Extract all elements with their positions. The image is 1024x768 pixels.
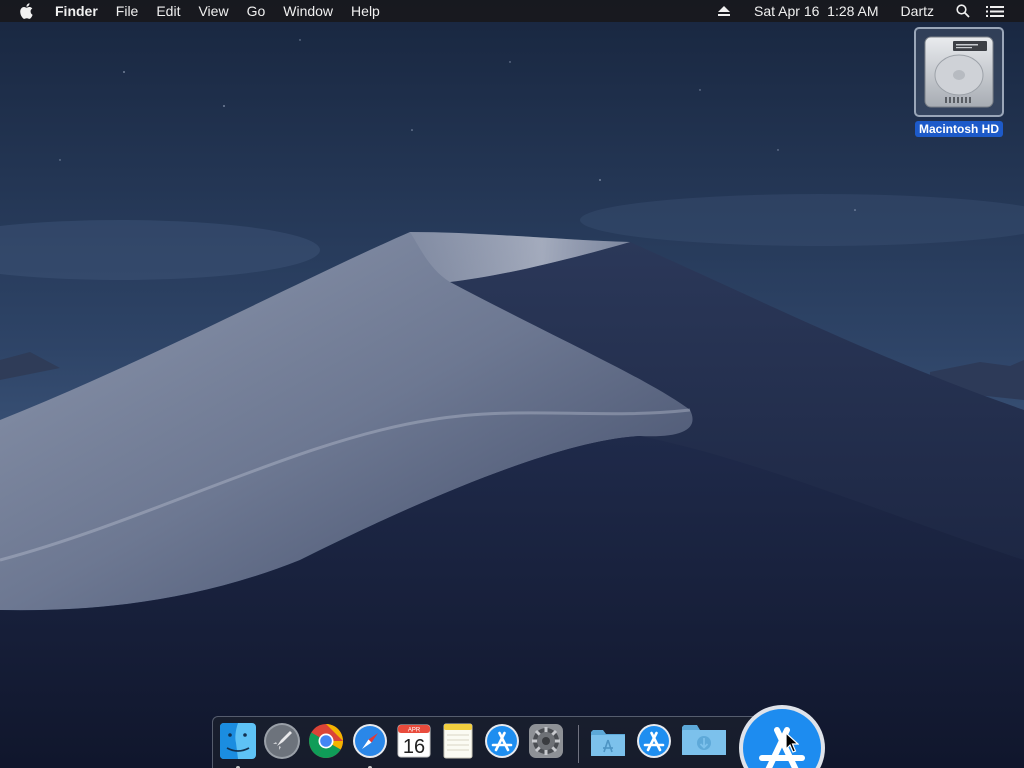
list-icon[interactable] — [978, 5, 1012, 18]
menu-edit[interactable]: Edit — [147, 0, 189, 22]
safari-compass-icon — [353, 724, 387, 758]
app-store-icon — [739, 705, 825, 768]
launchpad-rocket-icon — [264, 723, 300, 759]
calendar-month: APR — [408, 728, 421, 734]
desktop-icon-macintosh-hd[interactable]: Macintosh HD — [908, 27, 1010, 143]
chrome-icon — [309, 724, 343, 758]
app-store-icon — [637, 724, 671, 758]
calendar-day: 16 — [403, 736, 425, 758]
dock: APR 16 — [212, 716, 812, 768]
dock-item-system-preferences[interactable] — [526, 721, 566, 761]
dock-separator — [578, 725, 579, 763]
dock-item-notes[interactable] — [438, 721, 478, 761]
finder-icon — [220, 723, 256, 759]
menu-clock[interactable]: Sat Apr 16 1:28 AM — [746, 0, 887, 22]
calendar-icon: APR 16 — [397, 724, 431, 758]
dock-stack-downloads[interactable] — [680, 721, 726, 761]
menu-user[interactable]: Dartz — [893, 0, 942, 22]
eject-icon[interactable] — [710, 6, 738, 16]
system-preferences-gear-icon — [529, 724, 563, 758]
app-store-icon — [485, 724, 519, 758]
menu-go[interactable]: Go — [238, 0, 275, 22]
apple-logo-icon[interactable] — [16, 0, 38, 22]
dock-item-chrome[interactable] — [306, 721, 346, 761]
menu-app-name[interactable]: Finder — [46, 0, 107, 22]
desktop: Finder File Edit View Go Window Help Sat… — [0, 0, 1024, 768]
wallpaper-dunes — [0, 0, 1024, 768]
menu-window[interactable]: Window — [274, 0, 342, 22]
dock-item-calendar[interactable]: APR 16 — [394, 721, 434, 761]
menu-bar-left: Finder File Edit View Go Window Help — [0, 0, 389, 22]
dock-item-launchpad[interactable] — [262, 721, 302, 761]
menu-help[interactable]: Help — [342, 0, 389, 22]
applications-folder-icon — [591, 730, 625, 756]
menu-bar-status: Sat Apr 16 1:28 AM Dartz — [710, 0, 1024, 22]
dock-stack-app-store[interactable] — [634, 721, 674, 761]
dock-stack-applications[interactable] — [588, 721, 628, 761]
dock-item-safari[interactable] — [350, 721, 390, 768]
dock-item-app-store-magnified[interactable] — [738, 704, 826, 768]
hard-drive-icon[interactable] — [914, 27, 1004, 117]
magnifier-icon[interactable] — [948, 4, 978, 18]
menu-bar: Finder File Edit View Go Window Help Sat… — [0, 0, 1024, 22]
menu-file[interactable]: File — [107, 0, 148, 22]
dock-item-app-store[interactable] — [482, 721, 522, 761]
dock-item-finder[interactable] — [218, 721, 258, 768]
menu-view[interactable]: View — [189, 0, 237, 22]
notes-icon — [443, 723, 473, 759]
mouse-cursor-icon — [785, 732, 799, 753]
downloads-folder-icon — [682, 725, 726, 755]
desktop-icon-label[interactable]: Macintosh HD — [914, 121, 1003, 137]
